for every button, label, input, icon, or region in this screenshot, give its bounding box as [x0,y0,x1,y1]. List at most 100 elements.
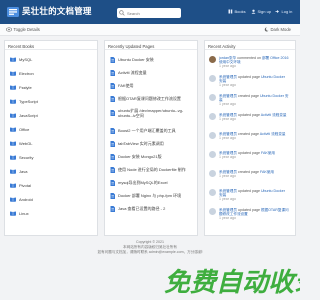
book-name: Office [19,127,30,132]
book-icon [10,113,16,118]
nav-books[interactable]: Books [228,9,246,14]
avatar[interactable] [209,56,216,63]
page-list-item[interactable]: ubuntu扩展 /dev/mapper/ubuntu--vg-ubuntu--… [110,108,196,118]
activity-item[interactable]: 系统管理员 updated page 根据OTAR复课问题修改工作流设置 1 ye… [209,208,289,221]
recent-activity-panel: Recent Activity jordan张华 commented on 部署… [204,40,296,236]
book-icon [10,183,16,188]
activity-text: jordan张华 commented on 部署 Office 2016 使用中… [219,56,289,69]
moon-icon [264,27,269,32]
activity-item[interactable]: jordan张华 commented on 部署 Office 2016 使用中… [209,56,289,69]
book-name: Fsstyle [19,85,32,90]
footer-contact: 如有问题与文档加，请随时联系 admin@example.com，万分感谢! [97,250,203,254]
nav-log-in-label: Log in [281,9,293,14]
activity-item[interactable]: 系统管理员 updated page Ubuntu Docker 安装 1 yea… [209,189,289,202]
page-list-item[interactable]: Docker 部署 Nginx 与 php-fpm 环境 [110,193,181,199]
login-icon [275,10,279,13]
book-name: Electron [19,71,34,76]
book-list-item[interactable]: Fsstyle [10,85,32,90]
page-icon [110,83,115,89]
book-list-item[interactable]: Security [10,155,33,160]
page-name: Boost2 一个用户端汇覆盖的工具 [118,128,176,133]
book-list-item[interactable]: Android [10,197,33,202]
avatar[interactable] [209,75,216,82]
activity-text: 系统管理员 created page FAK使用 1 year ago [219,170,289,178]
books-icon [228,9,233,14]
book-list-item[interactable]: WebGL [10,141,33,146]
app-title[interactable]: 吴壮壮的文档管理 [22,5,92,17]
activity-item[interactable]: 系统管理员 updated page FAK使用 1 year ago [209,151,289,159]
activity-item[interactable]: 系统管理员 created page Activiti 流程变量 1 year a… [209,132,289,140]
activity-target[interactable]: Activiti 流程变量 [261,113,287,117]
recent-books-title: Recent Books [5,41,97,50]
book-list-item[interactable]: Electron [10,71,34,76]
dark-mode-button[interactable]: Dark Mode [264,27,291,32]
book-list-item[interactable]: TypeScript [10,99,38,104]
search-input[interactable] [125,9,175,17]
page-icon [110,70,115,76]
avatar[interactable] [209,170,216,177]
activity-target[interactable]: Activiti 流程变量 [260,132,286,136]
eye-icon [6,27,12,32]
book-icon [10,99,16,104]
avatar[interactable] [209,94,216,101]
nav-log-in[interactable]: Log in [275,9,292,14]
activity-time: 1 year ago [219,102,236,107]
book-icon [10,141,16,146]
activity-verb: created page [237,170,259,174]
avatar[interactable] [209,189,216,196]
page-name: 使用 Node 进行全局的 Dockerfile 制作 [118,167,186,172]
activity-target[interactable]: FAK使用 [260,170,274,174]
activity-item[interactable]: 系统管理员 created page FAK使用 1 year ago [209,170,289,178]
book-list-item[interactable]: Pivotal [10,183,31,188]
activity-verb: updated page [237,113,260,117]
book-list-item[interactable]: JavaScript [10,113,38,118]
avatar[interactable] [209,113,216,120]
activity-verb: updated page [237,151,260,155]
page-list-item[interactable]: Activiti 流程变量 [110,70,147,76]
activity-time: 1 year ago [219,83,236,88]
dark-mode-label: Dark Mode [270,27,291,32]
search-box[interactable] [117,8,181,18]
page-list-item[interactable]: tabTabView 实时元素调用 [110,141,164,147]
page-icon [110,57,115,63]
activity-text: 系统管理员 created page Ubuntu Docker 安装 1 yea… [219,94,289,107]
avatar[interactable] [209,208,216,215]
page-list-item[interactable]: Ubuntu Docker 安装 [110,57,154,63]
page-list-item[interactable]: Docker 安装 Mongo21版 [110,154,162,160]
book-name: Security [19,155,34,160]
page-name: Java 查看已设置的路径 - 2 [118,206,166,211]
book-name: Linux [19,211,29,216]
book-icon [10,57,16,62]
activity-item[interactable]: 系统管理员 updated page Ubuntu Docker 安装 1 yea… [209,75,289,88]
page-icon [110,128,115,134]
page-list-item[interactable]: Java 查看已设置的路径 - 2 [110,206,165,212]
book-name: WebGL [19,141,33,146]
activity-target[interactable]: FAK使用 [261,151,275,155]
activity-time: 1 year ago [219,174,236,179]
book-list-item[interactable]: Linux [10,211,29,216]
book-name: Android [19,197,33,202]
page-list-item[interactable]: 根据OTAR复课问题修改工作流设置 [110,96,181,102]
toggle-details-button[interactable]: Toggle Details [6,27,40,32]
activity-time: 1 year ago [219,216,236,221]
app-logo-icon[interactable] [6,5,20,19]
page-list-item[interactable]: 使用 Node 进行全局的 Dockerfile 制作 [110,167,186,173]
book-list-item[interactable]: Java [10,169,27,174]
page-list-item[interactable]: Boost2 一个用户端汇覆盖的工具 [110,128,176,134]
avatar[interactable] [209,132,216,139]
page-list-item[interactable]: mysql导出到MySQL的Excel [110,180,168,186]
page-name: Docker 安装 Mongo21版 [118,154,162,159]
activity-time: 1 year ago [219,117,236,122]
activity-item[interactable]: 系统管理员 created page Ubuntu Docker 安装 1 yea… [209,94,289,107]
page-name: tabTabView 实时元素调用 [118,141,164,146]
book-list-item[interactable]: MySQL [10,57,32,62]
book-icon [10,211,16,216]
user-icon [251,9,256,14]
page-list-item[interactable]: FAK使用 [110,83,134,89]
avatar[interactable] [209,151,216,158]
activity-item[interactable]: 系统管理员 updated page Activiti 流程变量 1 year a… [209,113,289,121]
book-icon [10,169,16,174]
nav-sign-up[interactable]: Sign up [251,9,271,14]
activity-verb: created page [237,94,259,98]
book-list-item[interactable]: Office [10,127,29,132]
